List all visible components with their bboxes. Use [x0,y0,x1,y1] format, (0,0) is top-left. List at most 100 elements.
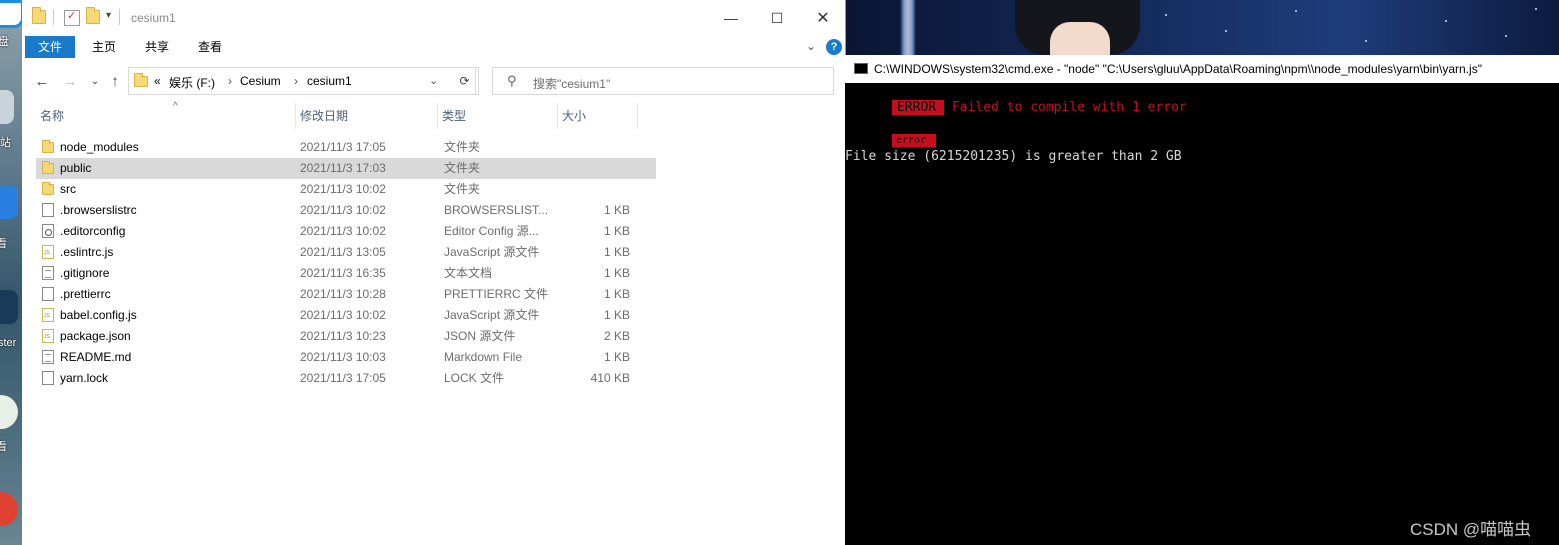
file-date: 2021/11/3 10:02 [300,224,386,238]
tab-home[interactable]: 主页 [80,36,128,58]
file-date: 2021/11/3 16:35 [300,266,386,280]
search-input[interactable]: 搜索"cesium1" [533,75,610,92]
breadcrumb-drive[interactable]: 娱乐 (F:) [169,74,215,91]
js-file-icon [42,329,54,343]
file-date: 2021/11/3 13:05 [300,245,386,259]
breadcrumb-cesium[interactable]: Cesium [240,74,281,88]
file-type: Markdown File [444,350,523,364]
file-date: 2021/11/3 10:02 [300,182,386,196]
close-button[interactable]: ✕ [800,0,846,36]
file-name: .browserslistrc [60,203,137,217]
column-header-type[interactable]: 类型 [438,103,558,129]
divider [119,9,120,25]
text-file-icon [42,350,54,364]
file-date: 2021/11/3 10:28 [300,287,386,301]
file-size: 1 KB [603,287,630,301]
maximize-button[interactable]: ☐ [754,0,800,36]
text-file-icon [42,266,54,280]
expand-ribbon-icon[interactable]: ⌄ [806,39,816,53]
column-header-date[interactable]: 修改日期 [296,103,438,129]
file-name: package.json [60,329,131,343]
file-size: 1 KB [603,203,630,217]
file-date: 2021/11/3 10:03 [300,350,386,364]
ribbon-tabs: 文件 主页 共享 查看 ⌄ ? [22,36,845,58]
column-header-name[interactable]: 名称 [36,103,296,129]
file-type: LOCK 文件 [444,371,505,385]
file-row[interactable]: .editorconfig 2021/11/3 10:02 Editor Confi… [36,221,656,242]
search-box[interactable]: ⚲ 搜索"cesium1" [492,67,834,95]
file-row[interactable]: yarn.lock 2021/11/3 17:05 LOCK 文件 410 KB [36,368,656,389]
window-title: cesium1 [131,11,176,25]
navigation-bar: ← → ⌄ ↑ « 娱乐 (F:) › Cesium › cesium1 ⌄ ⟳… [22,62,845,100]
back-button[interactable]: ← [32,70,52,92]
breadcrumb-overflow[interactable]: « [154,74,161,88]
desktop-label: 站 [0,137,11,149]
file-name: yarn.lock [60,371,109,385]
file-size: 1 KB [603,350,630,364]
cmd-detail-line: File size (6215201235) is greater than 2… [845,149,1182,164]
file-date: 2021/11/3 10:02 [300,308,386,322]
desktop-label: ster [0,337,17,349]
cmd-icon [854,63,868,74]
tab-view[interactable]: 查看 [186,36,234,58]
cmd-console[interactable]: ERROR Failed to compile with 1 error err… [845,83,1559,545]
folder-icon [42,182,54,195]
new-folder-icon[interactable] [86,7,100,24]
error-message: Failed to compile with 1 error [951,100,1187,115]
file-size: 2 KB [603,329,630,343]
customize-quick-access-icon[interactable]: ▾ [106,10,111,21]
file-type: 文件夹 [444,161,481,175]
file-row[interactable]: src 2021/11/3 10:02 文件夹 [36,179,656,200]
up-button[interactable]: ↑ [105,70,125,92]
file-row[interactable]: .prettierrc 2021/11/3 10:28 PRETTIERRC 文件 1… [36,284,656,305]
file-name: .gitignore [60,266,110,280]
file-size: 1 KB [603,308,630,322]
file-row[interactable]: README.md 2021/11/3 10:03 Markdown File 1 K… [36,347,656,368]
recent-locations-button[interactable]: ⌄ [85,70,105,92]
help-icon[interactable]: ? [826,39,842,55]
recycle-bin-icon[interactable] [0,90,14,124]
file-type: 文件夹 [444,140,481,154]
title-bar[interactable]: ✓ ▾ cesium1 — ☐ ✕ [22,0,845,36]
divider [53,9,54,25]
chrome-icon[interactable] [0,492,18,526]
column-headers: ^ 名称 修改日期 类型 大小 [36,101,656,129]
tab-file[interactable]: 文件 [25,36,75,58]
cmd-title-bar[interactable]: C:\WINDOWS\system32\cmd.exe - "node" "C:… [845,55,1559,83]
file-row[interactable]: .gitignore 2021/11/3 16:35 文本文档 1 KB [36,263,656,284]
desktop-label: 看 [0,441,7,453]
folder-icon [134,73,148,87]
app-icon[interactable] [0,290,18,324]
breadcrumb-cesium1[interactable]: cesium1 [307,74,352,88]
forward-button[interactable]: → [60,70,80,92]
chevron-right-icon[interactable]: › [294,74,298,88]
file-row[interactable]: node_modules 2021/11/3 17:05 文件夹 [36,137,656,158]
command-prompt-window: C:\WINDOWS\system32\cmd.exe - "node" "C:… [845,55,1559,545]
folder-icon [32,7,46,24]
refresh-button[interactable]: ⟳ [451,67,479,95]
file-row[interactable]: .browserslistrc 2021/11/3 10:02 BROWSERSLI… [36,200,656,221]
column-header-size[interactable]: 大小 [558,103,638,129]
file-row[interactable]: public 2021/11/3 17:03 文件夹 [36,158,656,179]
app-icon[interactable] [0,0,22,28]
wechat-icon[interactable] [0,395,18,429]
chevron-right-icon[interactable]: › [228,74,232,88]
file-row[interactable]: package.json 2021/11/3 10:23 JSON 源文件 2 KB [36,326,656,347]
properties-icon[interactable]: ✓ [64,10,80,26]
config-file-icon [42,224,54,238]
file-name: .prettierrc [60,287,111,301]
minimize-button[interactable]: — [708,0,754,36]
file-list: node_modules 2021/11/3 17:05 文件夹 public 2021… [36,137,656,389]
address-bar[interactable]: « 娱乐 (F:) › Cesium › cesium1 ⌄ [128,67,476,95]
file-type: 文本文档 [444,266,493,280]
tab-share[interactable]: 共享 [133,36,181,58]
chevron-down-icon[interactable]: ⌄ [429,74,438,87]
file-size: 410 KB [590,371,630,385]
file-type: PRETTIERRC 文件 [444,287,549,301]
file-type: JSON 源文件 [444,329,516,343]
file-size: 1 KB [603,245,630,259]
file-row[interactable]: .eslintrc.js 2021/11/3 13:05 JavaScript 源文… [36,242,656,263]
file-row[interactable]: babel.config.js 2021/11/3 10:02 JavaScript… [36,305,656,326]
app-icon[interactable] [0,185,18,219]
file-name: README.md [60,350,132,364]
